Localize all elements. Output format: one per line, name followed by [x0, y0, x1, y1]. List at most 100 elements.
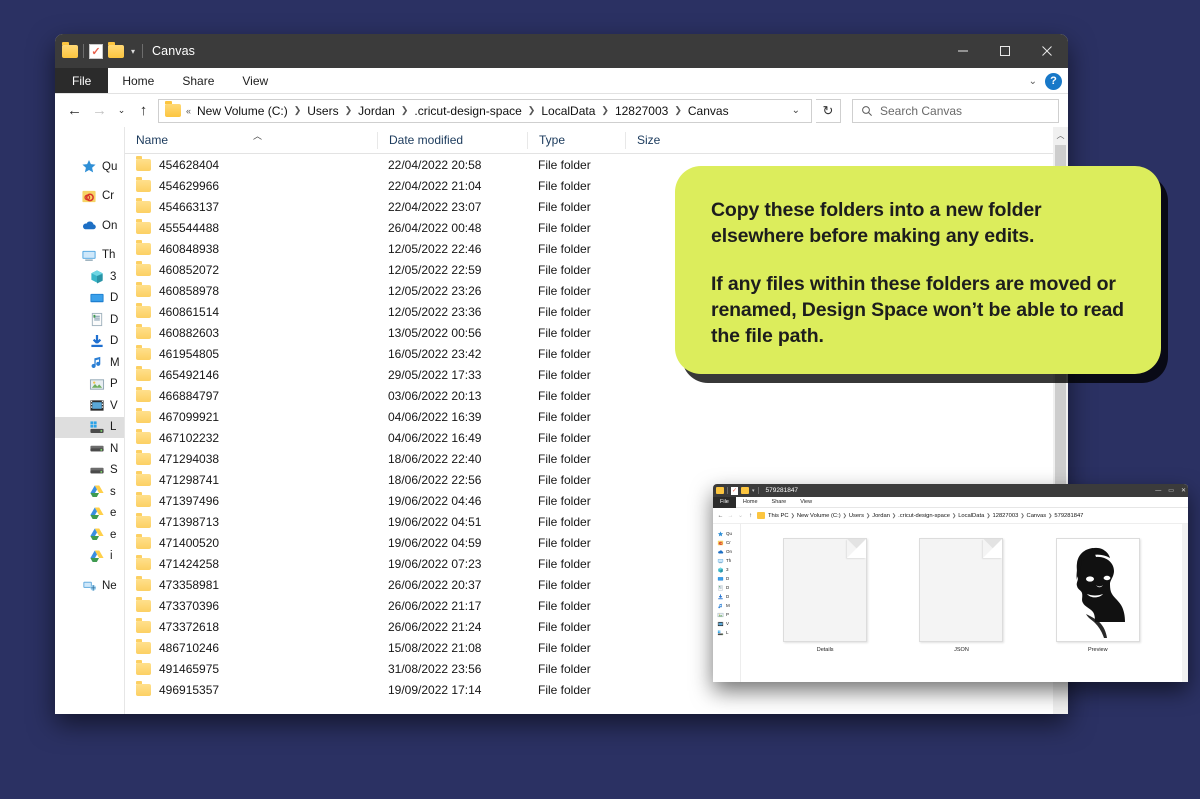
- column-header-size[interactable]: Size: [625, 131, 705, 149]
- back-button[interactable]: ←: [64, 100, 85, 122]
- nested-breadcrumb-item-0[interactable]: This PC: [768, 513, 789, 519]
- nested-sidebar-item-documents[interactable]: D: [713, 583, 740, 592]
- nested-sidebar-item-this-pc[interactable]: Th: [713, 556, 740, 565]
- nested-tab-view[interactable]: View: [793, 497, 819, 508]
- sidebar-item-music[interactable]: M: [55, 352, 124, 374]
- new-folder-icon[interactable]: [741, 487, 749, 494]
- sidebar-item-videos[interactable]: V: [55, 395, 124, 417]
- tab-share[interactable]: Share: [168, 68, 228, 93]
- sidebar-item-google-drive[interactable]: s: [55, 481, 124, 503]
- nested-breadcrumb-item-1[interactable]: New Volume (C:): [797, 513, 841, 519]
- maximize-button[interactable]: ▭: [1168, 487, 1174, 494]
- table-row[interactable]: 467099921 04/06/2022 16:39 File folder: [125, 406, 1068, 427]
- sidebar-item-onedrive-cloud[interactable]: On: [55, 215, 124, 237]
- breadcrumb-item-5[interactable]: 12827003: [611, 104, 672, 118]
- breadcrumb-item-2[interactable]: Jordan: [354, 104, 399, 118]
- sidebar-item-quick-access-star[interactable]: Qu: [55, 156, 124, 178]
- nested-breadcrumb-item-6[interactable]: 12827003: [993, 513, 1019, 519]
- search-input[interactable]: Search Canvas: [852, 98, 1059, 123]
- list-item[interactable]: Preview: [1054, 538, 1142, 653]
- close-button[interactable]: [1026, 34, 1068, 68]
- nested-sidebar-item-desktop[interactable]: D: [713, 574, 740, 583]
- sidebar-item-pictures[interactable]: P: [55, 374, 124, 396]
- nested-sidebar-item-3d-objects[interactable]: 3: [713, 565, 740, 574]
- sidebar-item-local-disk[interactable]: S: [55, 460, 124, 482]
- column-header-type[interactable]: Type: [527, 131, 625, 149]
- column-header-date-modified[interactable]: Date modified: [377, 131, 527, 149]
- minimize-button[interactable]: —: [1155, 488, 1161, 494]
- sidebar-item-label: D: [110, 313, 119, 326]
- chevron-down-icon[interactable]: ⌄: [1029, 76, 1037, 87]
- new-folder-icon[interactable]: [108, 41, 124, 58]
- nested-sidebar-item-pictures[interactable]: P: [713, 610, 740, 619]
- sidebar-item-creative-cloud[interactable]: Cr: [55, 186, 124, 208]
- sidebar-item-3d-objects[interactable]: 3: [55, 266, 124, 288]
- breadcrumb-item-6[interactable]: Canvas: [684, 104, 733, 118]
- sidebar-item-google-drive[interactable]: e: [55, 524, 124, 546]
- column-header-name[interactable]: Name: [125, 132, 377, 149]
- nested-breadcrumb-item-3[interactable]: Jordan: [872, 513, 890, 519]
- breadcrumb-item-4[interactable]: LocalData: [537, 104, 599, 118]
- sidebar-item-documents[interactable]: D: [55, 309, 124, 331]
- help-button[interactable]: ?: [1045, 72, 1062, 90]
- nested-sidebar-item-downloads[interactable]: D: [713, 592, 740, 601]
- callout-bubble: Copy these folders into a new folder els…: [675, 166, 1161, 374]
- up-button[interactable]: ↑: [747, 513, 754, 519]
- list-item[interactable]: JSON: [917, 538, 1005, 653]
- nested-sidebar-item-music[interactable]: M: [713, 601, 740, 610]
- nested-tab-file[interactable]: File: [713, 496, 736, 508]
- tab-file[interactable]: File: [55, 68, 109, 93]
- sidebar-item-downloads[interactable]: D: [55, 331, 124, 353]
- customize-caret-icon[interactable]: ▾: [752, 488, 755, 494]
- list-item[interactable]: Details: [781, 538, 869, 653]
- breadcrumb-overflow[interactable]: «: [185, 106, 192, 116]
- nested-sidebar-item-creative-cloud[interactable]: Cr: [713, 538, 740, 547]
- minimize-button[interactable]: [942, 34, 984, 68]
- close-button[interactable]: ✕: [1181, 487, 1186, 494]
- previous-locations-caret-icon[interactable]: ⌄: [787, 105, 805, 116]
- nested-sidebar-item-onedrive-cloud[interactable]: On: [713, 547, 740, 556]
- quick-access-toolbar: ▾: [55, 41, 144, 59]
- customize-caret-icon[interactable]: ▾: [129, 47, 137, 56]
- back-button[interactable]: ←: [717, 513, 724, 519]
- nested-breadcrumb-item-7[interactable]: Canvas: [1027, 513, 1047, 519]
- nested-breadcrumb-item-2[interactable]: Users: [849, 513, 864, 519]
- recent-locations-button[interactable]: ⌄: [737, 512, 744, 519]
- table-row[interactable]: 471294038 18/06/2022 22:40 File folder: [125, 448, 1068, 469]
- up-button[interactable]: ↑: [133, 100, 154, 122]
- sidebar-item-google-drive[interactable]: e: [55, 503, 124, 525]
- sidebar-item-network[interactable]: Ne: [55, 575, 124, 597]
- scroll-up-arrow-icon[interactable]: ︿: [1053, 127, 1068, 143]
- sidebar-item-local-disk[interactable]: N: [55, 438, 124, 460]
- sidebar-item-this-pc[interactable]: Th: [55, 245, 124, 267]
- nested-breadcrumb-item-8[interactable]: 579281847: [1054, 513, 1083, 519]
- nested-breadcrumb-item-4[interactable]: .cricut-design-space: [898, 513, 950, 519]
- forward-button[interactable]: →: [89, 100, 110, 122]
- nested-vertical-scrollbar[interactable]: [1182, 524, 1188, 682]
- tab-view[interactable]: View: [228, 68, 282, 93]
- nested-tab-share[interactable]: Share: [765, 497, 794, 508]
- recent-locations-button[interactable]: ⌄: [114, 100, 129, 122]
- table-row[interactable]: 466884797 03/06/2022 20:13 File folder: [125, 385, 1068, 406]
- maximize-button[interactable]: [984, 34, 1026, 68]
- sidebar-item-google-drive[interactable]: i: [55, 546, 124, 568]
- nested-ribbon-tabs: File Home Share View: [713, 496, 1188, 508]
- nested-breadcrumb-item-5[interactable]: LocalData: [958, 513, 984, 519]
- nested-sidebar-item-videos[interactable]: V: [713, 619, 740, 628]
- tab-home[interactable]: Home: [108, 68, 168, 93]
- refresh-button[interactable]: ↻: [816, 98, 841, 123]
- breadcrumb-item-3[interactable]: .cricut-design-space: [410, 104, 525, 118]
- table-row[interactable]: 496915357 19/09/2022 17:14 File folder: [125, 679, 1068, 700]
- properties-doc-icon[interactable]: [89, 43, 103, 59]
- nested-sidebar-item-windows-drive[interactable]: L: [713, 628, 740, 637]
- sidebar-item-windows-drive[interactable]: L: [55, 416, 124, 438]
- properties-doc-icon[interactable]: [731, 486, 738, 495]
- breadcrumb-item-0[interactable]: New Volume (C:): [193, 104, 292, 118]
- table-row[interactable]: 467102232 04/06/2022 16:49 File folder: [125, 427, 1068, 448]
- forward-button[interactable]: →: [727, 513, 734, 519]
- breadcrumb-bar[interactable]: « New Volume (C:) ❯ Users ❯ Jordan ❯ .cr…: [158, 98, 812, 123]
- breadcrumb-item-1[interactable]: Users: [303, 104, 342, 118]
- sidebar-item-desktop[interactable]: D: [55, 288, 124, 310]
- nested-tab-home[interactable]: Home: [736, 497, 765, 508]
- nested-sidebar-item-quick-access-star[interactable]: Qu: [713, 529, 740, 538]
